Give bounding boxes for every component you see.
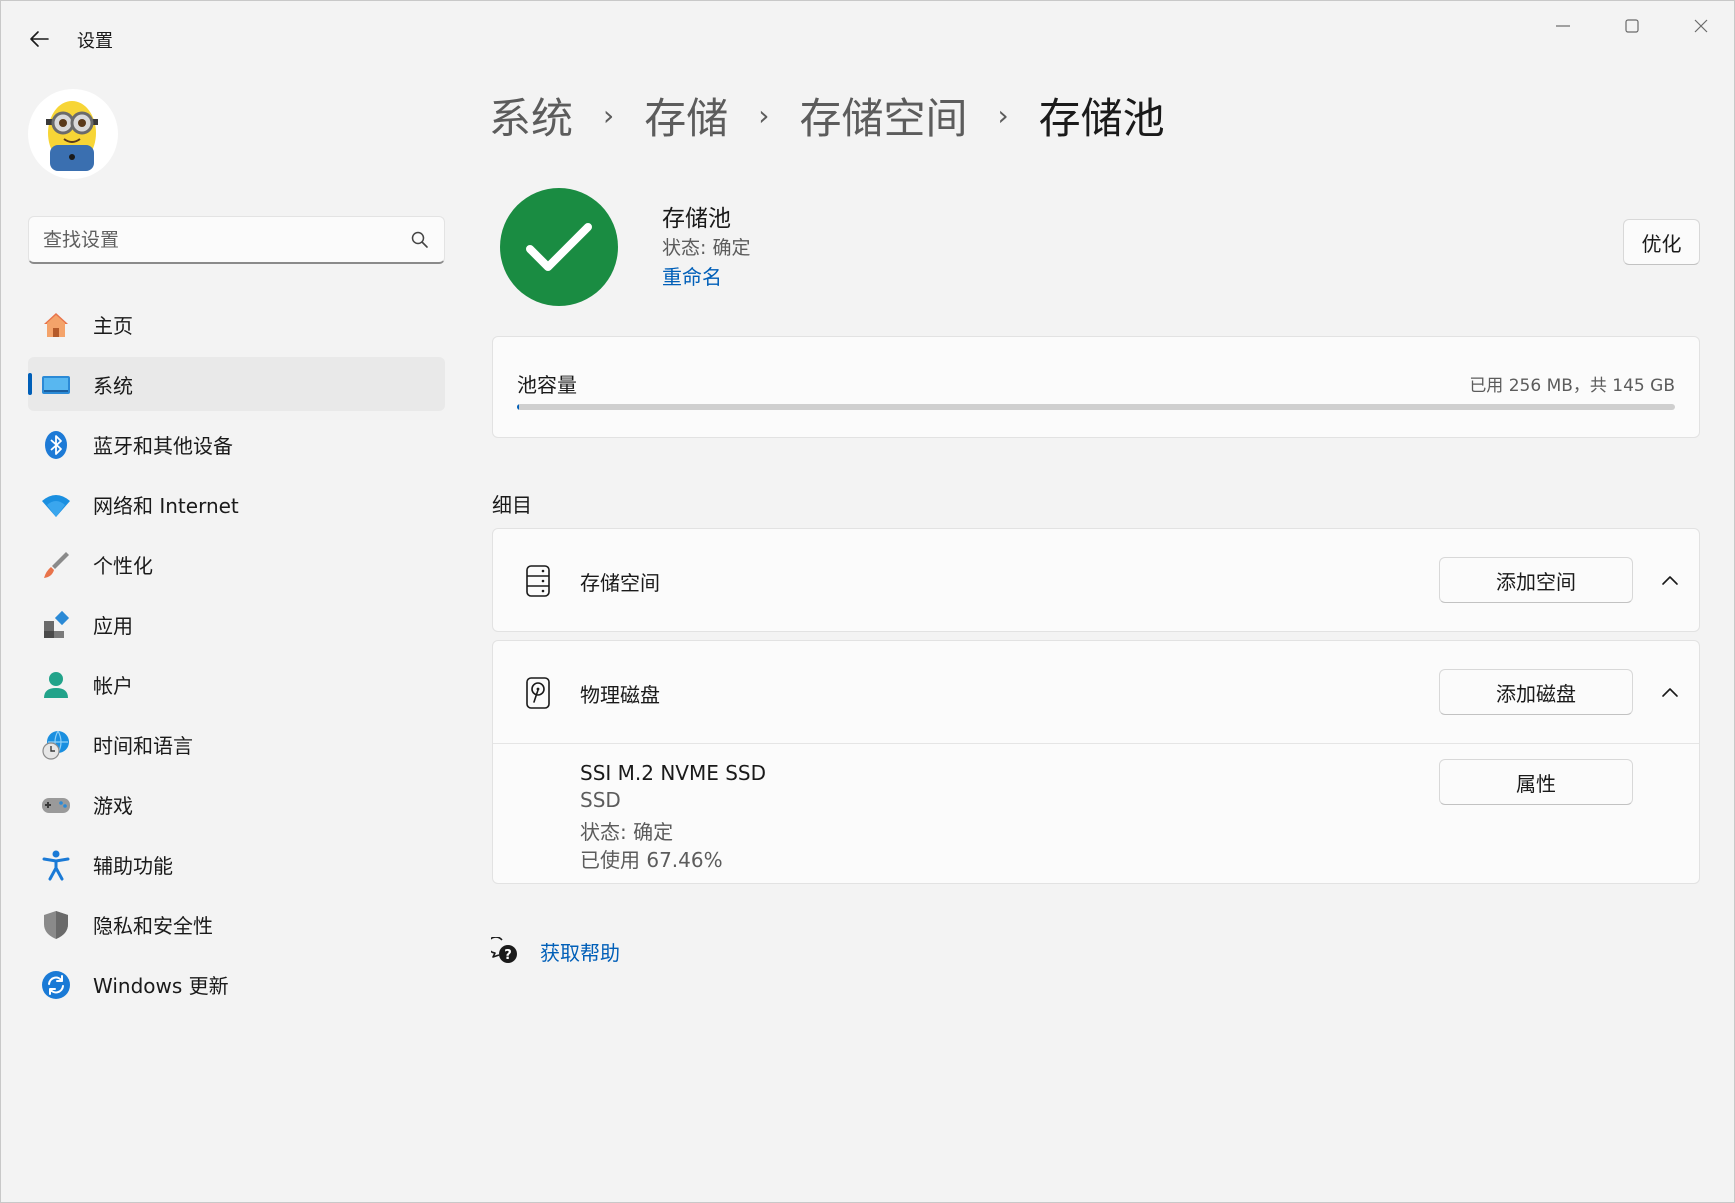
close-icon bbox=[1694, 19, 1708, 33]
sidebar-item-label: 网络和 Internet bbox=[93, 493, 239, 518]
get-help[interactable]: ? 获取帮助 bbox=[491, 935, 620, 967]
storage-spaces-card[interactable]: 存储空间 添加空间 bbox=[492, 528, 1700, 632]
chevron-up-icon[interactable] bbox=[1655, 565, 1685, 595]
sidebar-item-label: 时间和语言 bbox=[93, 733, 193, 758]
breadcrumb: 系统 › 存储 › 存储空间 › 存储池 bbox=[489, 85, 1165, 145]
sidebar-item-label: 隐私和安全性 bbox=[93, 913, 213, 938]
system-icon bbox=[40, 369, 72, 401]
rename-link[interactable]: 重命名 bbox=[662, 261, 722, 290]
capacity-label: 池容量 bbox=[517, 373, 577, 397]
details-heading: 细目 bbox=[492, 493, 532, 517]
sidebar-item-personalization[interactable]: 个性化 bbox=[28, 537, 445, 591]
sidebar-item-accessibility[interactable]: 辅助功能 bbox=[28, 837, 445, 891]
sidebar-item-gaming[interactable]: 游戏 bbox=[28, 777, 445, 831]
server-icon bbox=[523, 563, 553, 599]
sidebar-item-network[interactable]: 网络和 Internet bbox=[28, 477, 445, 531]
chevron-up-icon[interactable] bbox=[1655, 677, 1685, 707]
disk-status: 状态: 确定 bbox=[580, 820, 674, 844]
sidebar-item-privacy[interactable]: 隐私和安全性 bbox=[28, 897, 445, 951]
get-help-link[interactable]: 获取帮助 bbox=[540, 937, 620, 966]
maximize-button[interactable] bbox=[1602, 9, 1662, 43]
update-icon bbox=[40, 969, 72, 1001]
title-bar: 设置 bbox=[1, 1, 1734, 73]
sidebar-item-label: 帐户 bbox=[93, 673, 133, 698]
globe-clock-icon bbox=[40, 729, 72, 761]
disk-type: SSD bbox=[580, 788, 621, 812]
sidebar-item-label: 应用 bbox=[93, 613, 133, 638]
sidebar-item-home[interactable]: 主页 bbox=[28, 297, 445, 351]
sidebar-item-bluetooth[interactable]: 蓝牙和其他设备 bbox=[28, 417, 445, 471]
breadcrumb-item-system[interactable]: 系统 bbox=[489, 85, 573, 146]
wifi-icon bbox=[40, 489, 72, 521]
sidebar-item-time-language[interactable]: 时间和语言 bbox=[28, 717, 445, 771]
close-button[interactable] bbox=[1671, 9, 1731, 43]
sidebar-item-label: Windows 更新 bbox=[93, 973, 229, 998]
sidebar-item-system[interactable]: 系统 bbox=[28, 357, 445, 411]
breadcrumb-separator: › bbox=[603, 98, 615, 132]
sidebar-item-windows-update[interactable]: Windows 更新 bbox=[28, 957, 445, 1011]
disk-usage: 已使用 67.46% bbox=[580, 848, 723, 872]
svg-text:?: ? bbox=[504, 948, 512, 963]
home-icon bbox=[40, 309, 72, 341]
breadcrumb-item-storage-spaces[interactable]: 存储空间 bbox=[799, 85, 967, 146]
page-title: 存储池 bbox=[1038, 93, 1165, 143]
pool-capacity-card: 池容量 已用 256 MB，共 145 GB bbox=[492, 336, 1700, 438]
sidebar-item-apps[interactable]: 应用 bbox=[28, 597, 445, 651]
settings-window: 设置 主页 bbox=[0, 0, 1735, 1203]
breadcrumb-separator: › bbox=[758, 98, 770, 132]
capacity-value: 已用 256 MB，共 145 GB bbox=[1469, 376, 1675, 396]
search-input[interactable] bbox=[43, 227, 403, 253]
sidebar-item-label: 系统 bbox=[93, 373, 133, 398]
apps-icon bbox=[40, 609, 72, 641]
maximize-icon bbox=[1625, 19, 1639, 33]
sidebar-nav: 主页 系统 蓝牙和其他设备 网络和 Internet 个性化 应用 帐户 时间和… bbox=[28, 297, 445, 1017]
account-icon bbox=[40, 669, 72, 701]
storage-spaces-label: 存储空间 bbox=[580, 571, 660, 595]
shield-icon bbox=[40, 909, 72, 941]
disk-properties-button[interactable]: 属性 bbox=[1439, 759, 1633, 805]
physical-disks-card: 物理磁盘 添加磁盘 SSI M.2 NVME SSD SSD 状态: 确定 已使… bbox=[492, 640, 1700, 884]
optimize-button[interactable]: 优化 bbox=[1623, 219, 1700, 265]
minimize-button[interactable] bbox=[1533, 9, 1593, 43]
divider bbox=[493, 743, 1699, 744]
back-button[interactable] bbox=[23, 23, 55, 55]
status-ok-icon bbox=[500, 188, 618, 306]
app-title: 设置 bbox=[77, 31, 113, 52]
accessibility-icon bbox=[40, 849, 72, 881]
sidebar-item-label: 个性化 bbox=[93, 553, 153, 578]
sidebar-item-label: 辅助功能 bbox=[93, 853, 173, 878]
search-box[interactable] bbox=[28, 216, 445, 264]
sidebar-item-label: 游戏 bbox=[93, 793, 133, 818]
sidebar-item-label: 主页 bbox=[93, 313, 133, 338]
avatar-image bbox=[46, 101, 98, 171]
breadcrumb-item-storage[interactable]: 存储 bbox=[644, 85, 728, 146]
breadcrumb-separator: › bbox=[997, 98, 1009, 132]
minimize-icon bbox=[1556, 25, 1570, 27]
hard-disk-icon bbox=[523, 675, 553, 711]
sidebar-item-label: 蓝牙和其他设备 bbox=[93, 433, 233, 458]
user-avatar[interactable] bbox=[28, 89, 118, 179]
add-space-button[interactable]: 添加空间 bbox=[1439, 557, 1633, 603]
gamepad-icon bbox=[40, 789, 72, 821]
bluetooth-icon bbox=[40, 429, 72, 461]
help-chat-icon: ? bbox=[491, 937, 517, 963]
disk-name: SSI M.2 NVME SSD bbox=[580, 761, 767, 785]
search-icon[interactable] bbox=[410, 230, 430, 250]
sidebar-item-accounts[interactable]: 帐户 bbox=[28, 657, 445, 711]
pool-title: 存储池 bbox=[662, 206, 731, 232]
brush-icon bbox=[40, 549, 72, 581]
back-arrow-icon bbox=[30, 31, 49, 47]
physical-disks-label: 物理磁盘 bbox=[580, 683, 660, 707]
capacity-progress-bar bbox=[517, 404, 1675, 410]
add-disk-button[interactable]: 添加磁盘 bbox=[1439, 669, 1633, 715]
capacity-progress-fill bbox=[517, 404, 519, 410]
pool-status: 状态: 确定 bbox=[662, 237, 751, 259]
